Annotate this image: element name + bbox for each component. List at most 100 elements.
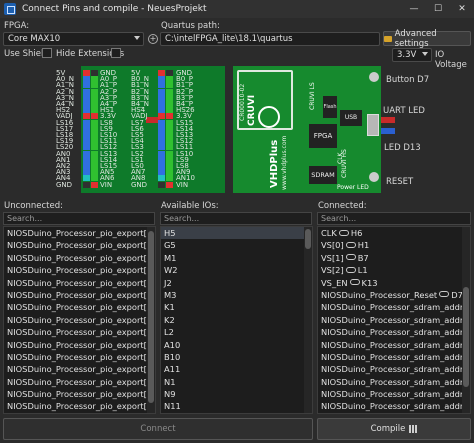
pin[interactable] xyxy=(91,138,98,145)
pin[interactable] xyxy=(91,119,98,126)
pin[interactable] xyxy=(91,169,98,176)
connection-row[interactable]: VS[0] H1 xyxy=(318,239,470,251)
hide-extensions-checkbox[interactable] xyxy=(111,48,121,58)
connection-row[interactable]: NIOSDuino_Processor_sdram_addr[7] xyxy=(318,388,470,400)
pin[interactable] xyxy=(158,76,165,83)
list-item[interactable]: NIOSDuino_Processor_pio_export[4] xyxy=(4,339,155,351)
list-item[interactable]: NIOSDuino_Processor_pio_export[5] xyxy=(4,351,155,363)
list-item[interactable]: N9 xyxy=(161,388,312,400)
pin[interactable] xyxy=(158,113,165,120)
list-item[interactable]: NIOSDuino_Processor_pio_export[13] xyxy=(4,264,155,276)
list-item[interactable]: G5 xyxy=(161,239,312,251)
pin[interactable] xyxy=(166,113,173,120)
available-ios-list[interactable]: H5 G5 M1 W2 J2 M3 K1 K2 L2 A10 B10 A11 N1 N9 N11 xyxy=(160,226,313,414)
list-item[interactable]: NIOSDuino_Processor_pio_export[3] xyxy=(4,326,155,338)
pin[interactable] xyxy=(83,181,90,188)
pin[interactable] xyxy=(83,138,90,145)
list-item[interactable]: NIOSDuino_Processor_pio_export[12] xyxy=(4,252,155,264)
pin[interactable] xyxy=(91,94,98,101)
pin[interactable] xyxy=(83,150,90,157)
connection-row[interactable]: NIOSDuino_Processor_sdram_addr[6] xyxy=(318,376,470,388)
pin[interactable] xyxy=(166,119,173,126)
pin[interactable] xyxy=(83,132,90,138)
connection-row[interactable]: VS_EN K13 xyxy=(318,277,470,289)
pin[interactable] xyxy=(83,119,90,126)
connection-row[interactable]: NIOSDuino_Processor_Reset D7 xyxy=(318,289,470,301)
pin[interactable] xyxy=(83,175,90,182)
pin[interactable] xyxy=(158,94,165,101)
list-item[interactable]: NIOSDuino_Processor_pwm_out[0] xyxy=(4,413,155,414)
pin[interactable] xyxy=(158,144,165,151)
minimize-button[interactable]: — xyxy=(402,0,426,18)
list-item[interactable]: NIOSDuino_Processor_pio_export[8] xyxy=(4,388,155,400)
list-item[interactable]: NIOSDuino_Processor_pio_export[15] xyxy=(4,289,155,301)
list-item[interactable]: N11 xyxy=(161,400,312,412)
pin[interactable] xyxy=(91,82,98,89)
io-voltage-select[interactable]: 3.3V xyxy=(392,48,432,62)
fpga-select[interactable]: Core MAX10 xyxy=(3,32,144,46)
pin[interactable] xyxy=(91,88,98,95)
pin[interactable] xyxy=(166,88,173,95)
add-icon[interactable]: + xyxy=(148,34,158,44)
pin[interactable] xyxy=(158,156,165,163)
pin[interactable] xyxy=(166,163,173,169)
pin[interactable] xyxy=(166,138,173,145)
pin[interactable] xyxy=(158,101,165,107)
quartus-path-input[interactable]: C:\intelFPGA_lite\18.1\quartus xyxy=(160,32,380,46)
list-item[interactable]: NIOSDuino_Processor_pio_export[10] xyxy=(4,227,155,239)
list-item[interactable]: L2 xyxy=(161,326,312,338)
pin[interactable] xyxy=(158,119,165,126)
connection-row[interactable]: CLK H6 xyxy=(318,227,470,239)
pin[interactable] xyxy=(166,169,173,176)
pin[interactable] xyxy=(91,76,98,83)
list-item[interactable]: K2 xyxy=(161,314,312,326)
pin[interactable] xyxy=(91,113,98,120)
connection-row[interactable]: NIOSDuino_Processor_sdram_addr[0] xyxy=(318,301,470,313)
unconnected-search-input[interactable]: Search... xyxy=(3,212,155,225)
connection-row[interactable]: VS[1] B7 xyxy=(318,252,470,264)
pin[interactable] xyxy=(83,169,90,176)
pin[interactable] xyxy=(91,175,98,182)
connection-row[interactable]: VS[2] L1 xyxy=(318,264,470,276)
pin[interactable] xyxy=(158,163,165,169)
button-d7-icon[interactable] xyxy=(369,72,379,82)
list-item[interactable]: NIOSDuino_Processor_pio_export[7] xyxy=(4,376,155,388)
reset-button-icon[interactable] xyxy=(369,172,379,182)
pin[interactable] xyxy=(83,82,90,89)
pin[interactable] xyxy=(166,144,173,151)
pin[interactable] xyxy=(158,132,165,138)
pin[interactable] xyxy=(91,181,98,188)
list-item[interactable]: J2 xyxy=(161,277,312,289)
pin[interactable] xyxy=(158,125,165,132)
pin[interactable] xyxy=(166,101,173,107)
pin[interactable] xyxy=(91,144,98,151)
pin[interactable] xyxy=(158,82,165,89)
list-item[interactable]: M3 xyxy=(161,289,312,301)
pin[interactable] xyxy=(166,156,173,163)
scrollbar-thumb[interactable] xyxy=(463,287,469,387)
pin[interactable] xyxy=(91,101,98,107)
pin[interactable] xyxy=(91,70,98,76)
connection-row[interactable]: NIOSDuino_Processor_sdram_addr[1] xyxy=(318,314,470,326)
pin[interactable] xyxy=(166,150,173,157)
list-item[interactable]: B10 xyxy=(161,351,312,363)
pin[interactable] xyxy=(91,107,98,114)
pin[interactable] xyxy=(91,132,98,138)
pin[interactable] xyxy=(158,88,165,95)
unconnected-list[interactable]: NIOSDuino_Processor_pio_export[10] NIOSDu… xyxy=(3,226,156,414)
pin[interactable] xyxy=(83,107,90,114)
pin[interactable] xyxy=(158,169,165,176)
list-item[interactable]: M1 xyxy=(161,252,312,264)
list-item[interactable]: NIOSDuino_Processor_pio_export[9] xyxy=(4,400,155,412)
pin[interactable] xyxy=(91,150,98,157)
pin[interactable] xyxy=(166,181,173,188)
list-item[interactable]: A11 xyxy=(161,363,312,375)
list-item[interactable]: N1 xyxy=(161,376,312,388)
connection-row[interactable]: NIOSDuino_Processor_sdram_addr[2] xyxy=(318,326,470,338)
pin[interactable] xyxy=(83,125,90,132)
compile-button[interactable]: Compile xyxy=(317,418,471,440)
scrollbar-thumb[interactable] xyxy=(305,229,311,249)
pin[interactable] xyxy=(83,144,90,151)
pin[interactable] xyxy=(166,76,173,83)
pin[interactable] xyxy=(158,138,165,145)
